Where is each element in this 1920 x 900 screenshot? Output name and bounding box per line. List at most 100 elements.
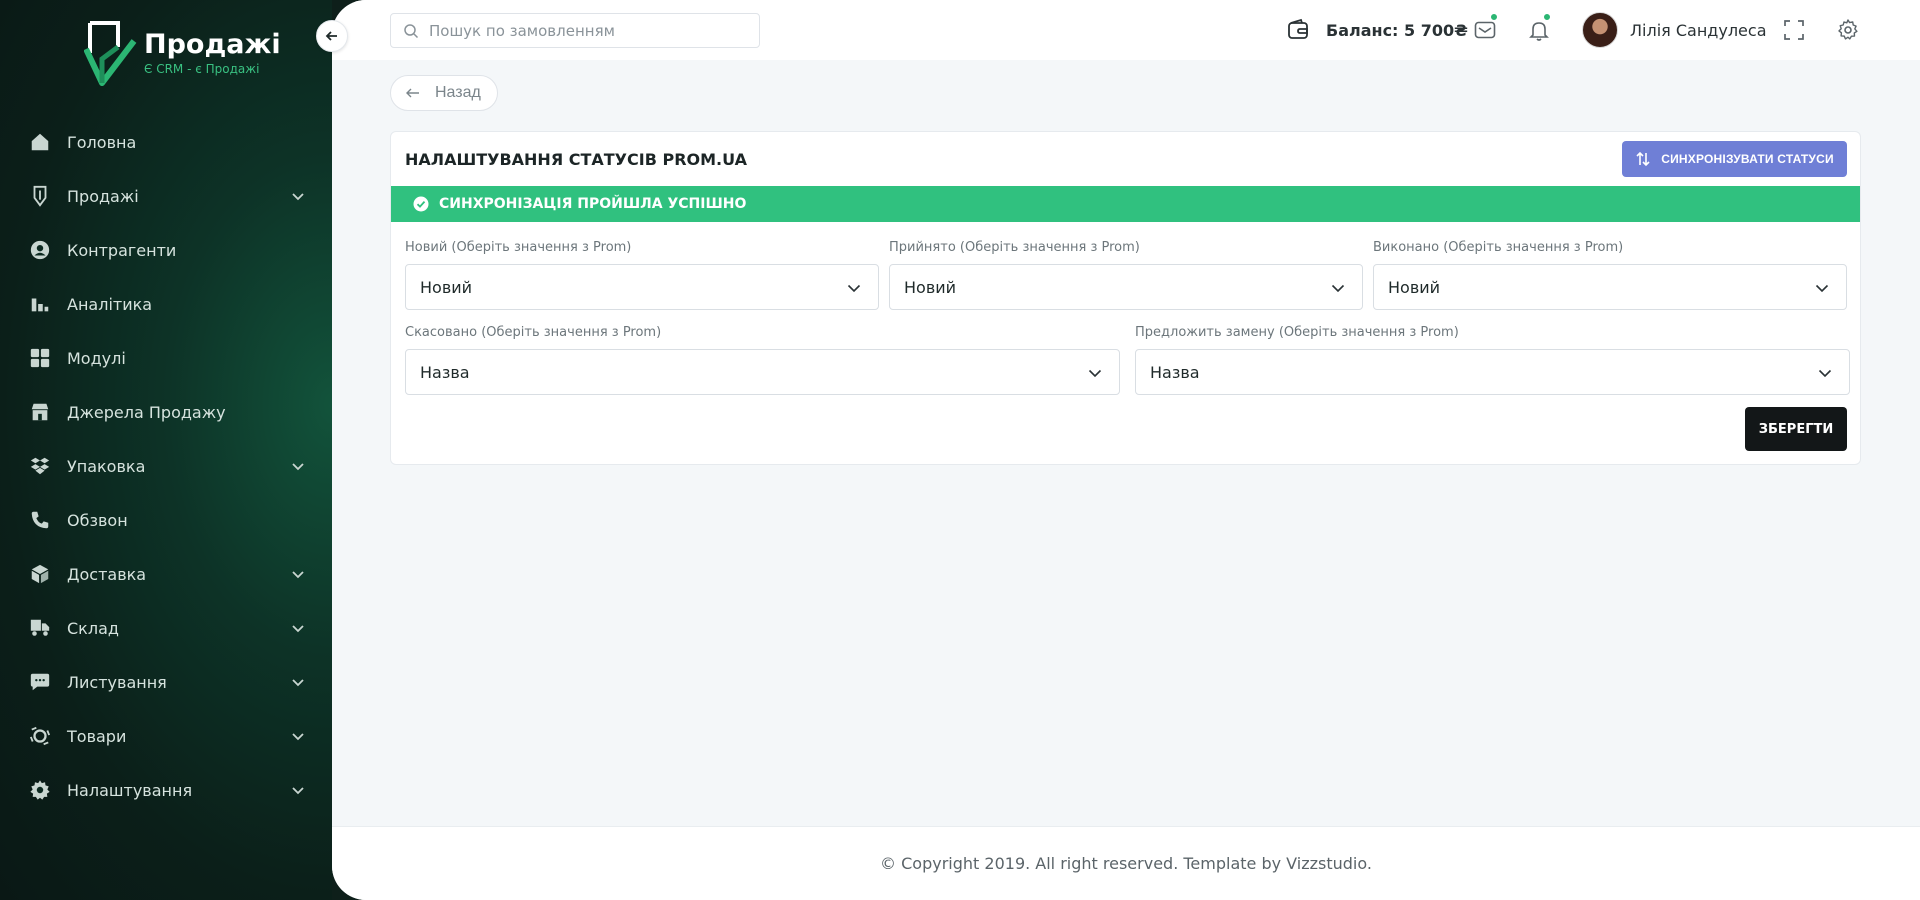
status-select-cancelled[interactable]: Назва: [405, 349, 1120, 395]
truck-icon: [28, 616, 52, 640]
sidebar-item-label: Аналітика: [67, 294, 153, 314]
wallet-icon: [1288, 18, 1308, 39]
package-icon: [28, 562, 52, 586]
status-select-replacement[interactable]: Назва: [1135, 349, 1850, 395]
sidebar-item-contractors[interactable]: Контрагенти: [0, 223, 332, 277]
boxes-icon: [28, 454, 52, 478]
sync-button-label: СИНХРОНІЗУВАТИ СТАТУСИ: [1661, 152, 1834, 166]
sidebar-item-label: Налаштування: [67, 780, 193, 800]
search-icon: [404, 23, 419, 38]
status-select-accepted[interactable]: Новий: [889, 264, 1363, 310]
select-value: Новий: [904, 277, 957, 297]
arrow-left-icon: [406, 88, 419, 98]
sidebar-item-label: Модулі: [67, 348, 126, 368]
field-replacement: Предложить замену (Оберіть значення з Pr…: [1135, 325, 1850, 395]
store-icon: [28, 400, 52, 424]
messages-button[interactable]: [1473, 13, 1498, 42]
chevron-down-icon: [292, 193, 304, 201]
brand-subtitle: Є CRM - є Продажі: [144, 62, 260, 76]
collapse-sidebar-button[interactable]: [316, 20, 348, 52]
search-box[interactable]: [390, 13, 760, 48]
copyright-text: © Copyright 2019. All right reserved. Te…: [880, 854, 1372, 873]
chevron-down-icon: [292, 787, 304, 795]
search-input[interactable]: [429, 21, 749, 40]
brand-title: Продажі: [144, 29, 281, 60]
user-name: Лілія Сандулеса: [1630, 20, 1767, 40]
sidebar-item-label: Контрагенти: [67, 240, 177, 260]
back-button[interactable]: Назад: [390, 75, 498, 111]
sidebar-item-label: Доставка: [67, 564, 147, 584]
user-menu[interactable]: Лілія Сандулеса: [1582, 12, 1767, 48]
success-alert: СИНХРОНІЗАЦІЯ ПРОЙШЛА УСПІШНО: [391, 186, 1860, 222]
footer: © Copyright 2019. All right reserved. Te…: [332, 826, 1920, 900]
grid-icon: [28, 346, 52, 370]
gear-icon: [28, 778, 52, 802]
sidebar-item-analytics[interactable]: Аналітика: [0, 277, 332, 331]
sidebar-item-label: Склад: [67, 618, 119, 638]
sidebar-item-home[interactable]: Головна: [0, 115, 332, 169]
field-accepted: Прийнято (Оберіть значення з Prom) Новий: [889, 240, 1363, 310]
chevron-down-icon: [1088, 369, 1102, 378]
chevron-down-icon: [1815, 284, 1829, 293]
chevron-down-icon: [292, 463, 304, 471]
field-label: Предложить замену (Оберіть значення з Pr…: [1135, 325, 1459, 340]
select-value: Новий: [1388, 277, 1441, 297]
sidebar-item-sources[interactable]: Джерела Продажу: [0, 385, 332, 439]
check-circle-icon: [413, 196, 429, 212]
chevron-down-icon: [1331, 284, 1345, 293]
sidebar-item-delivery[interactable]: Доставка: [0, 547, 332, 601]
fullscreen-button[interactable]: [1782, 18, 1806, 42]
tag-icon: [28, 184, 52, 208]
bell-icon: [1529, 22, 1549, 41]
page-title: НАЛАШТУВАННЯ СТАТУСІВ PROM.UA: [405, 150, 747, 169]
sidebar-item-calls[interactable]: Обзвон: [0, 493, 332, 547]
field-label: Виконано (Оберіть значення з Prom): [1373, 240, 1624, 255]
sort-arrows-icon: [1636, 151, 1650, 167]
status-select-new[interactable]: Новий: [405, 264, 879, 310]
avatar: [1582, 12, 1618, 48]
sidebar-item-sales[interactable]: Продажі: [0, 169, 332, 223]
gear-icon: [1838, 19, 1858, 40]
main-panel: Баланс: 5 700₴ Лілія Сандулеса Назад НАЛ…: [332, 0, 1920, 900]
status-select-completed[interactable]: Новий: [1373, 264, 1847, 310]
sidebar-item-messages[interactable]: Листування: [0, 655, 332, 709]
select-value: Назва: [420, 362, 470, 382]
select-value: Новий: [420, 277, 473, 297]
bar-chart-icon: [28, 292, 52, 316]
balance-widget[interactable]: Баланс: 5 700₴: [1286, 18, 1468, 42]
sidebar-item-label: Джерела Продажу: [67, 402, 226, 422]
save-button[interactable]: ЗБЕРЕГТИ: [1745, 407, 1847, 451]
sidebar-item-label: Обзвон: [67, 510, 128, 530]
sidebar-item-packaging[interactable]: Упаковка: [0, 439, 332, 493]
sync-statuses-button[interactable]: СИНХРОНІЗУВАТИ СТАТУСИ: [1622, 141, 1847, 177]
field-new: Новий (Оберіть значення з Prom) Новий: [405, 240, 879, 310]
select-value: Назва: [1150, 362, 1200, 382]
unread-indicator: [1490, 13, 1498, 21]
chat-icon: [28, 670, 52, 694]
brand-logo[interactable]: Продажі Є CRM - є Продажі: [84, 18, 281, 88]
sidebar-item-settings[interactable]: Налаштування: [0, 763, 332, 817]
back-label: Назад: [435, 84, 481, 101]
sidebar-item-modules[interactable]: Модулі: [0, 331, 332, 385]
chevron-down-icon: [292, 625, 304, 633]
topbar: Баланс: 5 700₴ Лілія Сандулеса: [332, 0, 1920, 60]
arrow-left-icon: [325, 31, 337, 41]
field-label: Скасовано (Оберіть значення з Prom): [405, 325, 662, 340]
mail-icon: [1474, 21, 1496, 39]
field-label: Новий (Оберіть значення з Prom): [405, 240, 632, 255]
sidebar-nav: Головна Продажі Контрагенти Аналітика Мо…: [0, 115, 332, 817]
notifications-button[interactable]: [1527, 13, 1551, 42]
balance-amount: Баланс: 5 700₴: [1326, 20, 1468, 40]
user-circle-icon: [28, 238, 52, 262]
sidebar-item-warehouse[interactable]: Склад: [0, 601, 332, 655]
settings-button[interactable]: [1836, 18, 1860, 42]
sidebar-item-label: Продажі: [67, 186, 139, 206]
products-icon: [28, 724, 52, 748]
unread-indicator: [1543, 13, 1551, 21]
sidebar-item-products[interactable]: Товари: [0, 709, 332, 763]
field-completed: Виконано (Оберіть значення з Prom) Новий: [1373, 240, 1847, 310]
logo-icon: [84, 21, 137, 86]
chevron-down-icon: [292, 733, 304, 741]
sidebar-item-label: Листування: [67, 672, 167, 692]
chevron-down-icon: [292, 571, 304, 579]
